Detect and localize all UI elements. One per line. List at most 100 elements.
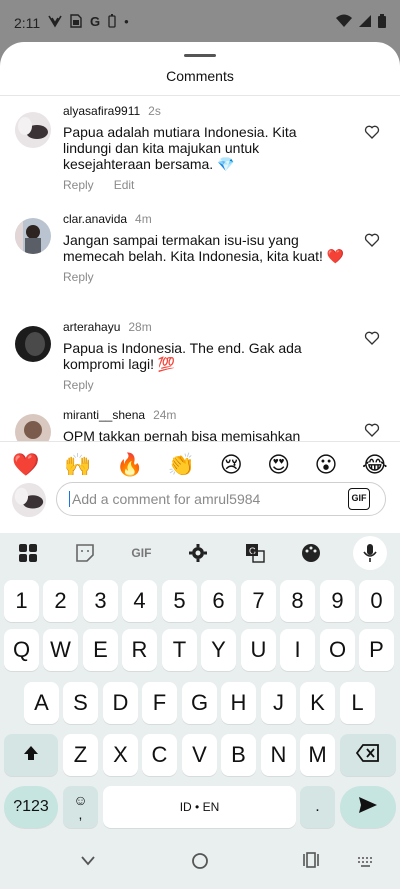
emoji-raised-hands[interactable]: 🙌 bbox=[64, 452, 91, 478]
gif-icon[interactable]: GIF bbox=[126, 538, 156, 568]
comment-username[interactable]: clar.anavida bbox=[63, 212, 127, 226]
key-z[interactable]: Z bbox=[63, 734, 98, 776]
home-icon[interactable] bbox=[191, 852, 209, 875]
key-6[interactable]: 6 bbox=[201, 580, 236, 622]
recents-icon[interactable] bbox=[303, 852, 319, 873]
key-4[interactable]: 4 bbox=[122, 580, 157, 622]
like-heart-icon[interactable] bbox=[364, 422, 380, 438]
emoji-key[interactable]: ☺ , bbox=[63, 786, 98, 828]
palette-icon[interactable] bbox=[296, 538, 326, 568]
key-p[interactable]: P bbox=[359, 629, 394, 671]
comment-username[interactable]: arterahayu bbox=[63, 320, 120, 334]
emoji-clap[interactable]: 👏 bbox=[168, 452, 195, 478]
period-key[interactable]: . bbox=[300, 786, 335, 828]
key-m[interactable]: M bbox=[300, 734, 335, 776]
comment-list[interactable]: alyasafira9911 2s Papua adalah mutiara I… bbox=[0, 96, 400, 442]
send-key[interactable] bbox=[340, 786, 396, 828]
like-heart-icon[interactable] bbox=[364, 124, 380, 140]
comment-username[interactable]: alyasafira9911 bbox=[63, 104, 140, 118]
comment-username[interactable]: miranti__shena bbox=[63, 408, 145, 422]
settings-icon[interactable] bbox=[183, 538, 213, 568]
avatar[interactable] bbox=[15, 112, 51, 148]
like-heart-icon[interactable] bbox=[364, 232, 380, 248]
key-5[interactable]: 5 bbox=[162, 580, 197, 622]
key-0[interactable]: 0 bbox=[359, 580, 394, 622]
key-t[interactable]: T bbox=[162, 629, 197, 671]
navigation-bar bbox=[0, 839, 400, 889]
reply-button[interactable]: Reply bbox=[63, 378, 94, 392]
avatar[interactable] bbox=[15, 218, 51, 254]
avatar[interactable] bbox=[15, 326, 51, 362]
key-r[interactable]: R bbox=[122, 629, 157, 671]
battery-icon bbox=[378, 14, 386, 31]
reply-button[interactable]: Reply bbox=[63, 178, 94, 192]
space-key[interactable]: ID • EN bbox=[103, 786, 296, 828]
emoji-laugh[interactable]: 😂 bbox=[362, 452, 388, 478]
key-u[interactable]: U bbox=[241, 629, 276, 671]
comment-time: 4m bbox=[135, 212, 152, 226]
backspace-key[interactable] bbox=[340, 734, 396, 776]
key-g[interactable]: G bbox=[182, 682, 217, 724]
key-s[interactable]: S bbox=[63, 682, 98, 724]
emoji-heart[interactable]: ❤️ bbox=[12, 452, 39, 478]
google-icon: G bbox=[90, 14, 101, 29]
comment-composer: Add a comment for amrul5984 GIF bbox=[0, 482, 400, 532]
translate-icon[interactable]: G bbox=[240, 538, 270, 568]
emoji-reaction-bar: ❤️ 🙌 🔥 👏 😢 😍 😮 😂 bbox=[0, 450, 400, 480]
keyboard-switch-icon[interactable] bbox=[358, 856, 374, 874]
key-9[interactable]: 9 bbox=[320, 580, 355, 622]
comment-text: Jangan sampai termakan isu-isu yang meme… bbox=[63, 232, 345, 264]
send-icon bbox=[358, 796, 378, 819]
key-a[interactable]: A bbox=[24, 682, 59, 724]
key-k[interactable]: K bbox=[300, 682, 335, 724]
status-bar: 2:11 G • bbox=[0, 0, 400, 44]
key-f[interactable]: F bbox=[142, 682, 177, 724]
edit-button[interactable]: Edit bbox=[114, 178, 135, 192]
key-x[interactable]: X bbox=[103, 734, 138, 776]
mic-icon[interactable] bbox=[352, 536, 387, 570]
key-q[interactable]: Q bbox=[4, 629, 39, 671]
emoji-heart-eyes[interactable]: 😍 bbox=[267, 452, 290, 478]
status-time: 2:11 bbox=[14, 15, 41, 31]
key-b[interactable]: B bbox=[221, 734, 256, 776]
emoji-wow[interactable]: 😮 bbox=[315, 452, 338, 478]
keyboard: GIF G 1 2 3 4 5 6 7 8 9 0 Q W E R T Y U … bbox=[0, 533, 400, 889]
key-7[interactable]: 7 bbox=[241, 580, 276, 622]
key-i[interactable]: I bbox=[280, 629, 315, 671]
comment-text: Papua adalah mutiara Indonesia. Kita lin… bbox=[63, 124, 297, 172]
key-v[interactable]: V bbox=[182, 734, 217, 776]
key-j[interactable]: J bbox=[261, 682, 296, 724]
comment-input-placeholder: Add a comment for amrul5984 bbox=[72, 491, 261, 507]
shift-key[interactable] bbox=[4, 734, 58, 776]
key-l[interactable]: L bbox=[340, 682, 375, 724]
back-icon[interactable] bbox=[80, 854, 96, 872]
key-y[interactable]: Y bbox=[201, 629, 236, 671]
drag-handle[interactable] bbox=[184, 54, 216, 57]
key-8[interactable]: 8 bbox=[280, 580, 315, 622]
key-d[interactable]: D bbox=[103, 682, 138, 724]
symbols-key[interactable]: ?123 bbox=[4, 786, 58, 828]
key-e[interactable]: E bbox=[83, 629, 118, 671]
key-w[interactable]: W bbox=[43, 629, 78, 671]
divider bbox=[0, 441, 400, 442]
emoji-fire[interactable]: 🔥 bbox=[116, 452, 143, 478]
key-3[interactable]: 3 bbox=[83, 580, 118, 622]
key-c[interactable]: C bbox=[142, 734, 177, 776]
avatar[interactable] bbox=[15, 414, 51, 442]
sticker-icon[interactable] bbox=[70, 538, 100, 568]
backspace-icon bbox=[355, 743, 380, 767]
sim-card-icon bbox=[70, 14, 82, 31]
emoji-cry[interactable]: 😢 bbox=[220, 452, 243, 478]
gif-button[interactable]: GIF bbox=[348, 488, 370, 510]
keyboard-row-numbers: 1 2 3 4 5 6 7 8 9 0 bbox=[0, 580, 400, 622]
like-heart-icon[interactable] bbox=[364, 330, 380, 346]
key-o[interactable]: O bbox=[320, 629, 355, 671]
key-1[interactable]: 1 bbox=[4, 580, 39, 622]
key-n[interactable]: N bbox=[261, 734, 296, 776]
key-h[interactable]: H bbox=[221, 682, 256, 724]
reply-button[interactable]: Reply bbox=[63, 270, 94, 284]
comment-input[interactable]: Add a comment for amrul5984 bbox=[56, 482, 386, 516]
key-2[interactable]: 2 bbox=[43, 580, 78, 622]
apps-icon[interactable] bbox=[13, 538, 43, 568]
keyboard-toolbar: GIF G bbox=[0, 533, 400, 573]
